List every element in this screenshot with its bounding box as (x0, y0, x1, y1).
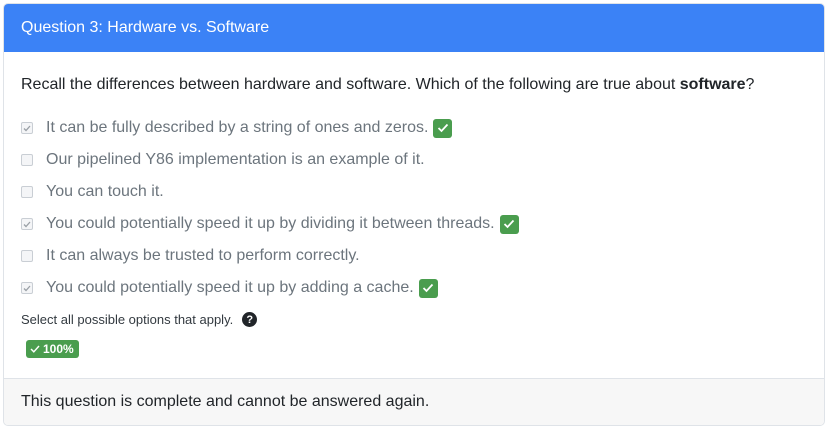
option-label: It can always be trusted to perform corr… (46, 247, 360, 264)
checkbox-check-icon (23, 221, 31, 227)
option-checkbox[interactable] (21, 218, 33, 230)
checkbox-check-icon (23, 125, 31, 131)
question-body: Recall the differences between hardware … (4, 52, 824, 379)
option-item[interactable]: You can touch it. (21, 180, 164, 204)
prompt-emphasis: software (679, 76, 746, 93)
hint-text: Select all possible options that apply. (21, 312, 234, 327)
option-checkbox[interactable] (21, 122, 33, 134)
option-label: You could potentially speed it up by div… (46, 215, 495, 232)
question-title: Question 3: Hardware vs. Software (21, 19, 270, 36)
option-item[interactable]: It can always be trusted to perform corr… (21, 244, 360, 268)
checkbox-check-icon (23, 285, 31, 291)
option-label: You can touch it. (46, 183, 164, 200)
option-checkbox[interactable] (21, 282, 33, 294)
option-item[interactable]: It can be fully described by a string of… (21, 116, 453, 140)
score-label: 100% (43, 342, 74, 356)
correct-check-icon (418, 278, 438, 298)
option-label: It can be fully described by a string of… (46, 119, 429, 136)
score-badge: 100% (26, 340, 79, 358)
question-footer: This question is complete and cannot be … (4, 378, 824, 425)
option-item[interactable]: You could potentially speed it up by add… (21, 276, 438, 300)
prompt-suffix: ? (745, 76, 755, 93)
option-item[interactable]: Our pipelined Y86 implementation is an e… (21, 148, 425, 172)
question-circle-icon[interactable]: ? (242, 312, 258, 327)
question-header: Question 3: Hardware vs. Software (4, 4, 824, 52)
check-icon (30, 345, 40, 353)
option-checkbox[interactable] (21, 250, 33, 262)
selection-hint: Select all possible options that apply. … (21, 312, 258, 327)
question-prompt: Recall the differences between hardware … (21, 76, 754, 94)
footer-text: This question is complete and cannot be … (21, 393, 430, 410)
option-checkbox[interactable] (21, 154, 33, 166)
option-label: You could potentially speed it up by add… (46, 279, 414, 296)
correct-check-icon (499, 214, 519, 234)
question-card: Question 3: Hardware vs. Software Recall… (3, 3, 825, 426)
option-label: Our pipelined Y86 implementation is an e… (46, 151, 425, 168)
correct-check-icon (433, 118, 453, 138)
option-checkbox[interactable] (21, 186, 33, 198)
option-item[interactable]: You could potentially speed it up by div… (21, 212, 519, 236)
prompt-text: Recall the differences between hardware … (21, 76, 680, 93)
